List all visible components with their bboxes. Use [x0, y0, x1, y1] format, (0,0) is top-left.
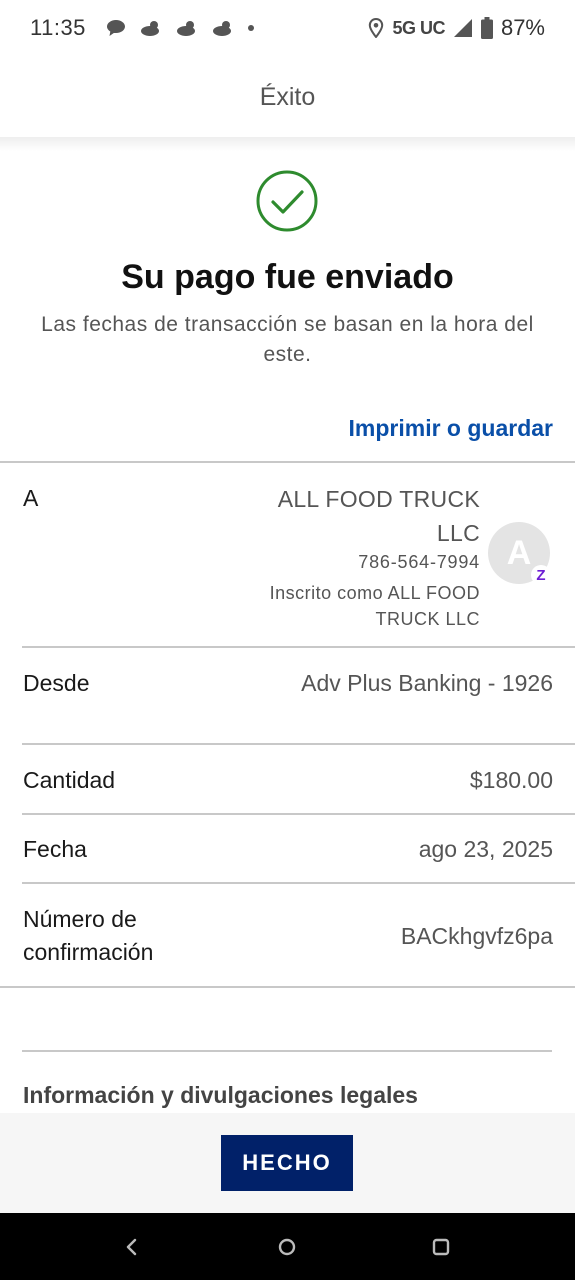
system-nav-bar — [0, 1213, 575, 1280]
home-button[interactable] — [257, 1213, 317, 1280]
weather-icon — [140, 21, 159, 36]
battery-icon — [480, 17, 493, 39]
amount-label: Cantidad — [23, 767, 116, 793]
recents-button[interactable] — [411, 1213, 471, 1280]
payee-enrolled-as: Inscrito como ALL FOOD TRUCK LLC — [269, 583, 480, 629]
location-icon — [369, 18, 384, 38]
more-notifications-dot-icon — [247, 25, 254, 31]
from-label: Desde — [23, 670, 90, 696]
page-title: Éxito — [259, 82, 316, 111]
confirmation-number: BACkhgvfz6pa — [400, 923, 553, 949]
back-button[interactable] — [101, 1213, 161, 1280]
to-label: A — [23, 485, 39, 511]
divider — [22, 882, 575, 884]
chat-notification-icon — [106, 20, 125, 36]
done-button[interactable]: HECHO — [221, 1135, 353, 1191]
recents-icon — [432, 1238, 450, 1255]
avatar-letter: A — [506, 533, 532, 572]
date-label: Fecha — [23, 836, 87, 862]
date-value: ago 23, 2025 — [418, 836, 553, 862]
divider — [0, 986, 575, 988]
divider — [22, 646, 575, 648]
app-header: Éxito — [0, 56, 575, 138]
divider — [0, 461, 575, 463]
back-icon — [126, 1238, 137, 1255]
payee-phone: 786-564-7994 — [358, 552, 480, 572]
weather-icon-3 — [212, 21, 231, 36]
amount-value: $180.00 — [469, 767, 553, 793]
home-icon — [278, 1238, 296, 1255]
battery-percent: 87% — [500, 15, 545, 40]
success-headline: Su pago fue enviado — [121, 258, 454, 296]
network-type: 5G UC — [392, 17, 445, 38]
status-bar: 11:35 5G UC 87% — [0, 0, 575, 56]
zelle-badge-icon: Z — [531, 565, 551, 585]
success-subtext: Las fechas de transacción se basan en la… — [41, 313, 534, 366]
status-right: 5G UC 87% — [368, 15, 545, 41]
status-left: 11:35 — [30, 15, 254, 41]
status-time: 11:35 — [30, 15, 86, 40]
divider — [22, 813, 575, 815]
print-or-save-link[interactable]: Imprimir o guardar — [349, 415, 553, 442]
payee-name: ALL FOOD TRUCK LLC — [277, 486, 480, 546]
signal-icon — [453, 19, 472, 37]
header-shadow — [0, 137, 575, 151]
success-check-icon — [256, 170, 318, 232]
confirmation-label: Número de confirmación — [23, 906, 154, 965]
divider — [22, 743, 575, 745]
divider — [22, 1050, 552, 1052]
legal-disclosures-heading[interactable]: Información y divulgaciones legales — [23, 1082, 418, 1109]
from-account-value: Adv Plus Banking - 1926 — [301, 670, 553, 696]
weather-icon-2 — [176, 21, 195, 36]
